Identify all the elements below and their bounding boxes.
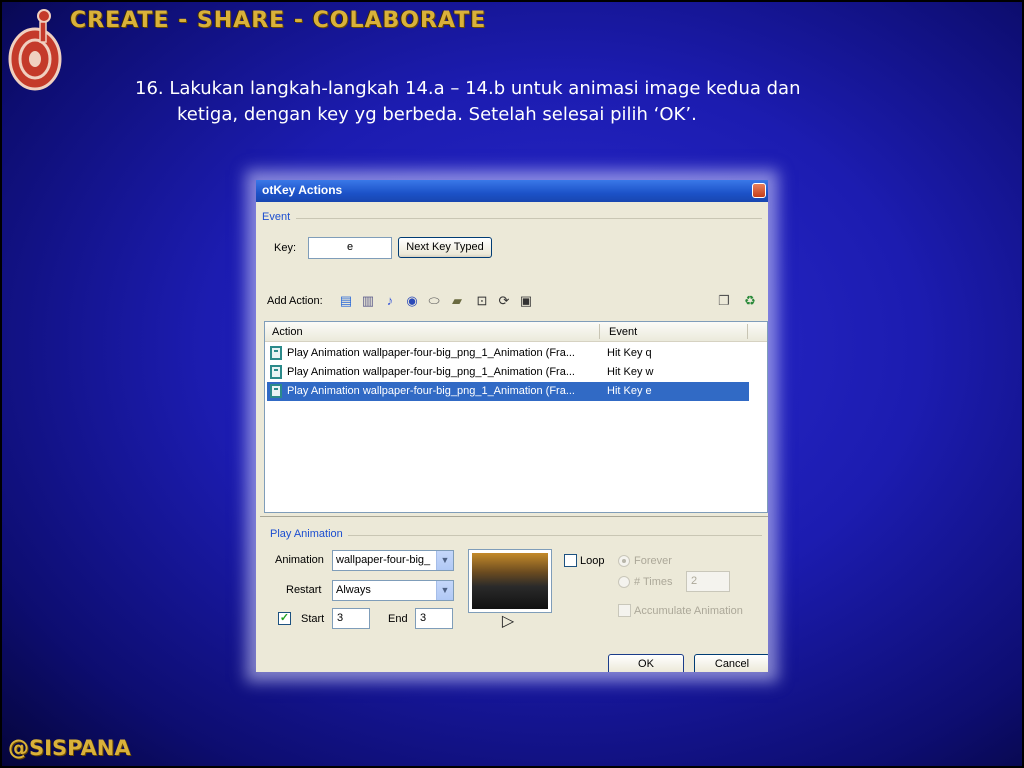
list-item[interactable]: Play Animation wallpaper-four-big_png_1_…: [267, 382, 749, 401]
times-spinner[interactable]: 2: [686, 571, 730, 592]
play-animation-group-legend: Play Animation: [270, 528, 343, 540]
list-item[interactable]: Play Animation wallpaper-four-big_png_1_…: [267, 363, 749, 382]
loop-checkbox[interactable]: [564, 554, 577, 567]
recycle-bin-icon[interactable]: ♻: [742, 293, 758, 309]
animation-select-value: wallpaper-four-big_: [336, 554, 431, 566]
hide-icon[interactable]: ⬭: [426, 293, 442, 309]
sispana-logo-icon: [8, 9, 62, 91]
event-group-divider: [296, 218, 762, 219]
car-preview-thumbnail: [472, 553, 548, 609]
key-input[interactable]: e: [308, 237, 392, 259]
hotkey-actions-dialog: otKey Actions Event Key: e Next Key Type…: [256, 180, 768, 672]
action-list[interactable]: Action Event Play Animation wallpaper-fo…: [264, 321, 768, 513]
row-event-text: Hit Key e: [607, 385, 652, 397]
play-animation-icon: [270, 365, 282, 379]
list-item[interactable]: Play Animation wallpaper-four-big_png_1_…: [267, 344, 749, 363]
play-preview-icon[interactable]: ▷: [500, 614, 516, 630]
loop-label: Loop: [580, 555, 605, 567]
open-folder-icon[interactable]: ▰: [449, 293, 465, 309]
slide-header-title: CREATE - SHARE - COLABORATE: [70, 8, 487, 33]
cancel-button[interactable]: Cancel: [694, 654, 768, 672]
dialog-title: otKey Actions: [262, 183, 343, 197]
play-animation-group-divider: [348, 535, 762, 536]
play-animation-icon: [270, 384, 282, 398]
animation-label: Animation: [275, 554, 324, 566]
play-animation-icon[interactable]: ▤: [338, 293, 354, 309]
row-action-text: Play Animation wallpaper-four-big_png_1_…: [287, 385, 575, 397]
event-column-header[interactable]: Event: [609, 326, 637, 338]
animation-preview-image: [468, 549, 552, 613]
row-event-text: Hit Key w: [607, 366, 654, 378]
restart-select[interactable]: Always ▼: [332, 580, 454, 601]
event-group-legend: Event: [262, 211, 291, 223]
key-label: Key:: [274, 242, 297, 254]
row-action-text: Play Animation wallpaper-four-big_png_1_…: [287, 347, 575, 359]
accumulate-label: Accumulate Animation: [634, 605, 743, 617]
column-separator[interactable]: [747, 324, 748, 339]
window-icon[interactable]: ▣: [518, 293, 534, 309]
row-event-text: Hit Key q: [607, 347, 652, 359]
import-icon[interactable]: ⊡: [474, 293, 490, 309]
chevron-down-icon[interactable]: ▼: [436, 581, 453, 600]
ok-button[interactable]: OK: [608, 654, 684, 672]
times-radio[interactable]: [618, 576, 630, 588]
action-column-header[interactable]: Action: [272, 326, 303, 338]
action-list-header: Action Event: [265, 322, 767, 342]
forever-label: Forever: [634, 555, 672, 567]
animation-select[interactable]: wallpaper-four-big_ ▼: [332, 550, 454, 571]
column-separator[interactable]: [599, 324, 600, 339]
footer-tag: @SISPANA: [8, 736, 131, 760]
times-label: # Times: [634, 576, 673, 588]
chevron-down-icon[interactable]: ▼: [436, 551, 453, 570]
section-divider: [260, 516, 768, 517]
instruction-line-1: 16. Lakukan langkah-langkah 14.a – 14.b …: [135, 78, 801, 99]
copy-icon[interactable]: ❐: [716, 293, 732, 309]
refresh-icon[interactable]: ⟳: [496, 293, 512, 309]
times-value: 2: [691, 575, 698, 587]
add-action-label: Add Action:: [267, 295, 323, 307]
close-button[interactable]: [752, 183, 766, 198]
forever-radio[interactable]: [618, 555, 630, 567]
instruction-line-2: ketiga, dengan key yg berbeda. Setelah s…: [177, 103, 697, 125]
row-action-text: Play Animation wallpaper-four-big_png_1_…: [287, 366, 575, 378]
play-animation-icon: [270, 346, 282, 360]
sound-icon[interactable]: ♪: [382, 293, 398, 309]
end-label: End: [388, 613, 408, 625]
instruction-text: 16. Lakukan langkah-langkah 14.a – 14.b …: [135, 76, 915, 127]
restart-label: Restart: [286, 584, 322, 596]
end-input[interactable]: 3: [415, 608, 453, 629]
show-icon[interactable]: ◉: [404, 293, 420, 309]
stop-animation-icon[interactable]: ▥: [360, 293, 376, 309]
start-input[interactable]: 3: [332, 608, 370, 629]
start-label: Start: [301, 613, 325, 625]
dialog-titlebar[interactable]: otKey Actions: [256, 180, 768, 202]
next-key-typed-button[interactable]: Next Key Typed: [398, 237, 492, 258]
restart-select-value: Always: [336, 584, 371, 596]
start-checkbox[interactable]: ✓: [278, 612, 291, 625]
accumulate-checkbox[interactable]: [618, 604, 631, 617]
